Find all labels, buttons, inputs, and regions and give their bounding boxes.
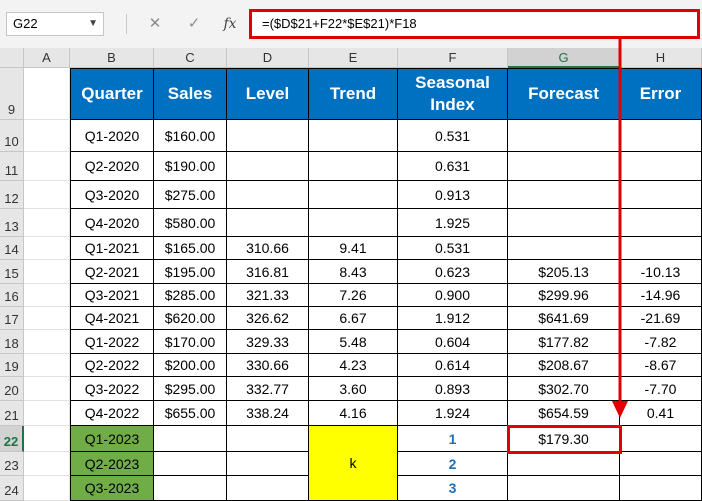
red-arrow-annotation <box>612 39 628 418</box>
arrow-head <box>612 401 628 418</box>
